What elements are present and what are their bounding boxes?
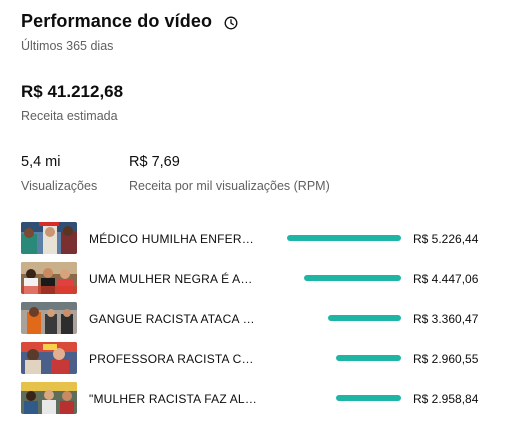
revenue-bar-track <box>287 395 401 401</box>
video-performance-card: Performance do vídeo Últimos 365 dias R$… <box>0 0 507 430</box>
revenue-bar <box>304 275 401 281</box>
revenue-bar <box>336 355 401 361</box>
revenue-bar-track <box>287 275 401 281</box>
clock-icon[interactable] <box>224 16 238 30</box>
revenue-bar-track <box>287 315 401 321</box>
video-revenue: R$ 5.226,44 <box>413 232 479 246</box>
video-thumbnail[interactable] <box>21 382 77 414</box>
views-metric: 5,4 mi Visualizações <box>21 154 97 193</box>
rpm-metric: R$ 7,69 Receita por mil visualizações (R… <box>129 154 330 193</box>
video-row[interactable]: GANGUE RACISTA ATACA HOMEM R$ 3.360,47 <box>21 302 491 342</box>
top-videos-list: MÉDICO HUMILHA ENFERMEIRA R$ 5.226,44 <box>21 222 491 422</box>
video-revenue: R$ 3.360,47 <box>413 312 479 326</box>
revenue-bar-track <box>287 235 401 241</box>
video-title[interactable]: MÉDICO HUMILHA ENFERMEIRA <box>89 232 259 246</box>
rpm-value: R$ 7,69 <box>129 154 180 170</box>
views-label: Visualizações <box>21 179 98 193</box>
card-title: Performance do vídeo <box>21 11 213 31</box>
revenue-bar-track <box>287 355 401 361</box>
video-title[interactable]: UMA MULHER NEGRA É ACUSADA <box>89 272 259 286</box>
video-row[interactable]: "MULHER RACISTA FAZ ALUNA R$ 2.958,84 <box>21 382 491 422</box>
video-thumbnail[interactable] <box>21 342 77 374</box>
revenue-bar <box>287 235 401 241</box>
video-title[interactable]: "MULHER RACISTA FAZ ALUNA <box>89 392 259 406</box>
video-title[interactable]: PROFESSORA RACISTA CONFRONTA <box>89 352 259 366</box>
estimated-revenue-value: R$ 41.212,68 <box>21 82 124 101</box>
estimated-revenue-label: Receita estimada <box>21 109 118 123</box>
title-row: Performance do vídeo <box>21 11 238 32</box>
video-row[interactable]: UMA MULHER NEGRA É ACUSADA R$ 4.447,06 <box>21 262 491 302</box>
video-title[interactable]: GANGUE RACISTA ATACA HOMEM <box>89 312 259 326</box>
rpm-label: Receita por mil visualizações (RPM) <box>129 179 330 193</box>
video-revenue: R$ 4.447,06 <box>413 272 479 286</box>
video-revenue: R$ 2.960,55 <box>413 352 479 366</box>
video-row[interactable]: PROFESSORA RACISTA CONFRONTA R$ 2.960,55 <box>21 342 491 382</box>
video-thumbnail[interactable] <box>21 262 77 294</box>
video-revenue: R$ 2.958,84 <box>413 392 479 406</box>
video-row[interactable]: MÉDICO HUMILHA ENFERMEIRA R$ 5.226,44 <box>21 222 491 262</box>
date-range-label: Últimos 365 dias <box>21 39 114 53</box>
revenue-bar <box>328 315 401 321</box>
video-thumbnail[interactable] <box>21 222 77 254</box>
views-value: 5,4 mi <box>21 154 61 170</box>
video-thumbnail[interactable] <box>21 302 77 334</box>
revenue-bar <box>336 395 401 401</box>
